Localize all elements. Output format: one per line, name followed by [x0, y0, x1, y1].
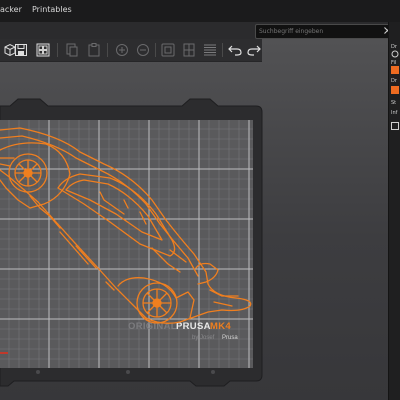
bed-brand-name: PRUSA	[176, 321, 211, 332]
printer-icon[interactable]	[391, 50, 399, 58]
sidebar-label-supports: St	[391, 100, 397, 106]
search-input[interactable]	[259, 26, 377, 36]
split-parts-icon[interactable]	[181, 42, 197, 58]
plater-toolbar	[0, 39, 262, 62]
axis-origin-marker	[0, 352, 8, 354]
redo-icon[interactable]	[246, 42, 262, 58]
bed-foot	[126, 370, 130, 374]
search-box[interactable]	[255, 24, 395, 39]
undo-icon[interactable]	[227, 42, 243, 58]
paste-icon[interactable]	[86, 42, 102, 58]
bed-foot	[36, 370, 40, 374]
filament-color-swatch[interactable]	[391, 66, 399, 74]
bed-byline-prefix: by Josef	[192, 335, 215, 341]
sidebar-label-infill: Inf	[391, 110, 398, 116]
save-icon[interactable]	[13, 42, 29, 58]
tab-plater[interactable]: acker	[0, 5, 22, 14]
3d-scene-canvas[interactable]: ORIGINAL PRUSA MK4 by Josef Prusa	[0, 39, 388, 400]
checkbox[interactable]	[391, 122, 399, 130]
printer-settings-icon[interactable]	[391, 86, 399, 94]
print-bed-view: ORIGINAL PRUSA MK4 by Josef Prusa	[0, 98, 263, 387]
toolbar-separator	[57, 43, 58, 57]
toolbar-separator	[222, 43, 223, 57]
remove-instance-icon[interactable]	[135, 42, 151, 58]
bed-foot	[211, 370, 215, 374]
layers-icon[interactable]	[202, 42, 218, 58]
car-wheel-rear	[136, 282, 178, 324]
bed-byline-name: Prusa	[222, 335, 238, 341]
car-wheel-front	[8, 153, 48, 193]
split-objects-icon[interactable]	[160, 42, 176, 58]
tab-printables[interactable]: Printables	[32, 5, 72, 14]
toolbar-separator	[107, 43, 108, 57]
copy-icon[interactable]	[64, 42, 80, 58]
bed-model-name: MK4	[210, 321, 231, 332]
top-tab-bar: acker Printables	[0, 0, 400, 22]
add-instance-icon[interactable]	[114, 42, 130, 58]
sidebar-label-printer: Dr	[391, 78, 397, 84]
toolbar-separator	[155, 43, 156, 57]
arrange-icon[interactable]	[35, 42, 51, 58]
